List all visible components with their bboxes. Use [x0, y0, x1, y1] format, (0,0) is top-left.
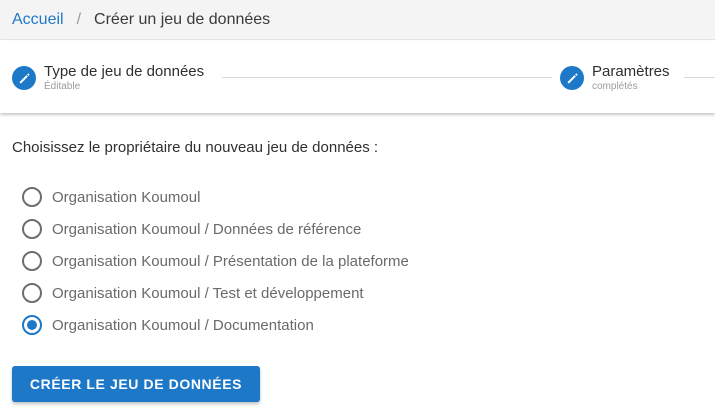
- owner-radio-group: Organisation Koumoul Organisation Koumou…: [22, 181, 409, 341]
- pencil-icon-glyph: [567, 73, 577, 83]
- radio-button[interactable]: [22, 219, 42, 239]
- step-connector: [222, 77, 552, 78]
- owner-option-label[interactable]: Organisation Koumoul / Documentation: [52, 317, 314, 334]
- pencil-icon[interactable]: [560, 66, 584, 90]
- owner-option-label[interactable]: Organisation Koumoul / Présentation de l…: [52, 253, 409, 270]
- step-2-title[interactable]: Paramètres: [592, 63, 670, 80]
- stepper: Type de jeu de données Éditable Paramètr…: [0, 41, 715, 113]
- breadcrumb-current: Créer un jeu de données: [94, 10, 271, 28]
- step-2-subtitle: complétés: [592, 81, 638, 92]
- pencil-icon[interactable]: [12, 66, 36, 90]
- breadcrumb-separator: /: [76, 10, 82, 28]
- radio-button[interactable]: [22, 187, 42, 207]
- owner-option[interactable]: Organisation Koumoul: [22, 181, 409, 213]
- step-connector: [684, 77, 715, 78]
- step-1-subtitle: Éditable: [44, 81, 81, 92]
- owner-option[interactable]: Organisation Koumoul / Présentation de l…: [22, 245, 409, 277]
- owner-option-label[interactable]: Organisation Koumoul / Données de référe…: [52, 221, 361, 238]
- breadcrumb: Accueil / Créer un jeu de données: [0, 0, 715, 40]
- radio-button[interactable]: [22, 283, 42, 303]
- pencil-icon-glyph: [19, 73, 29, 83]
- radio-button[interactable]: [22, 315, 42, 335]
- owner-option-label[interactable]: Organisation Koumoul: [52, 189, 200, 206]
- owner-option[interactable]: Organisation Koumoul / Test et développe…: [22, 277, 409, 309]
- step-1-title[interactable]: Type de jeu de données: [44, 63, 204, 80]
- owner-option[interactable]: Organisation Koumoul / Documentation: [22, 309, 409, 341]
- breadcrumb-home-link[interactable]: Accueil: [12, 11, 64, 29]
- owner-prompt: Choisissez le propriétaire du nouveau je…: [12, 139, 379, 156]
- owner-option[interactable]: Organisation Koumoul / Données de référe…: [22, 213, 409, 245]
- radio-button[interactable]: [22, 251, 42, 271]
- owner-option-label[interactable]: Organisation Koumoul / Test et développe…: [52, 285, 364, 302]
- create-dataset-button[interactable]: CRÉER LE JEU DE DONNÉES: [12, 366, 260, 402]
